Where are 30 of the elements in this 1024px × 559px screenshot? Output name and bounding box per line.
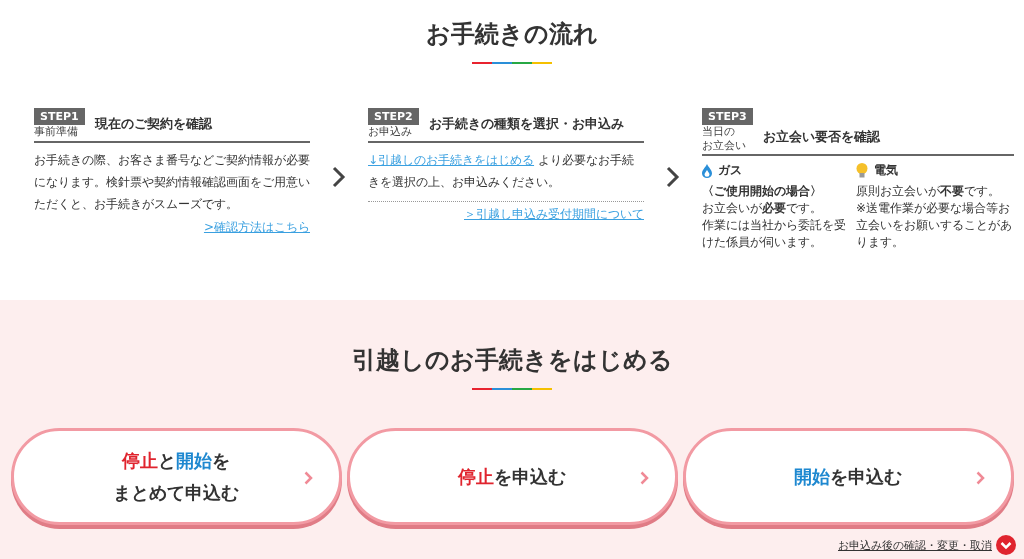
step-badge: STEP1 (34, 108, 85, 125)
chevron-down-icon[interactable] (996, 535, 1016, 555)
step-title: お手続きの種類を選択・お申込み (428, 114, 624, 133)
chevron-right-icon (303, 471, 313, 485)
step-description: お手続きの際、お客さま番号などご契約情報が必要になります。検針票や契約情報確認画面をご用意いただくと、お手続きがスムーズです。 (34, 151, 310, 213)
chevron-right-icon (975, 471, 985, 485)
manage-link[interactable]: お申込み後の確認・変更・取消 (838, 537, 992, 553)
step-subtitle: お申込み (368, 126, 413, 139)
chevron-right-icon (666, 166, 680, 188)
note-text: ※送電作業が必要な場合等お立会いをお願いすることがあります。 (856, 200, 1013, 252)
step-subtitle: お立会い (702, 139, 747, 153)
step-description: ↓引越しのお手続きをはじめる より必要なお手続きを選択の上、お申込みください。 (368, 148, 644, 202)
condition-text: 〈ご使用開始の場合〉 (702, 183, 823, 201)
step-badge: STEP3 (702, 108, 753, 125)
step-subtitle: 当日の (702, 126, 736, 139)
utility-label: 電気 (874, 162, 898, 180)
light-bulb-icon (856, 163, 868, 179)
step-subtitle: 事前準備 (34, 126, 79, 139)
section-title: お手続きの流れ (426, 19, 598, 50)
utility-label: ガス (718, 162, 742, 180)
flame-icon (702, 163, 712, 178)
chevron-right-icon (332, 166, 346, 188)
section-title: 引越しのお手続きをはじめる (351, 345, 673, 376)
step-title: 現在のご契約を確認 (94, 114, 212, 133)
requirement-text: 原則お立会いが不要です。 (856, 183, 1001, 201)
requirement-text: お立会いが必要です。 (702, 200, 823, 218)
step-badge: STEP2 (368, 108, 419, 125)
step-title: お立会い要否を確認 (762, 128, 880, 147)
note-text: 作業には当社から委託を受けた係員が伺います。 (702, 217, 847, 252)
chevron-right-icon (639, 471, 649, 485)
